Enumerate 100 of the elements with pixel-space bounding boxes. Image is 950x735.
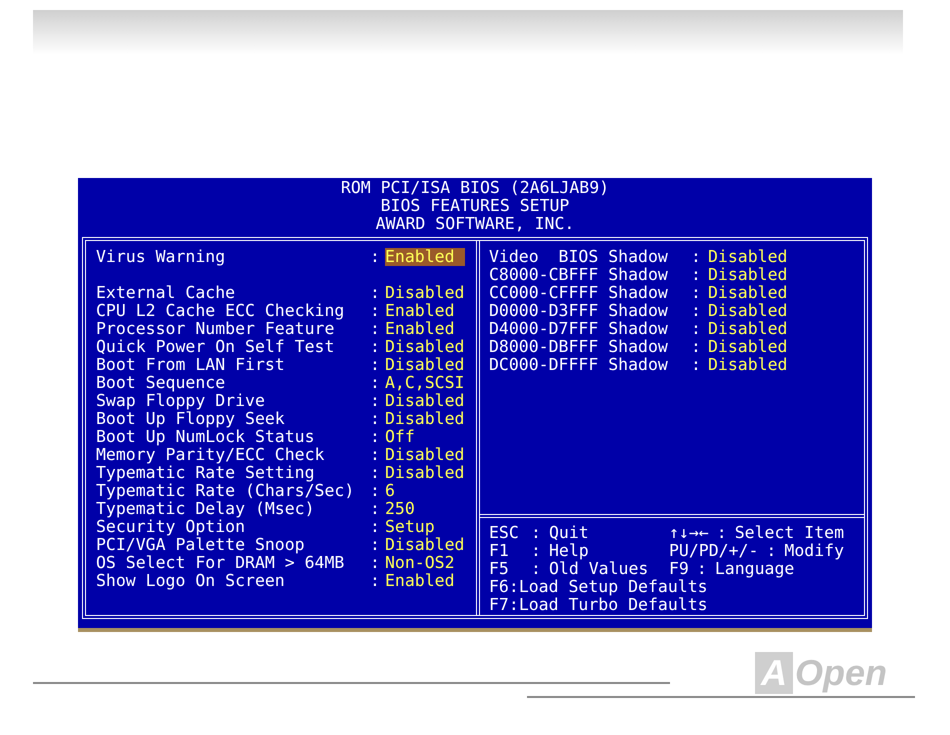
setting-value[interactable]: Disabled [708, 302, 788, 320]
key-action: Help [549, 542, 589, 560]
setting-value[interactable]: Enabled [385, 572, 455, 590]
separator: : [370, 410, 381, 428]
setting-label: Typematic Rate (Chars/Sec) [96, 482, 356, 500]
setting-value[interactable]: Disabled [385, 446, 464, 464]
setting-value[interactable]: Enabled [385, 302, 455, 320]
key-label: F1 [489, 542, 510, 560]
setting-label: Boot Up NumLock Status [96, 428, 316, 446]
setting-value[interactable]: 6 [385, 482, 395, 500]
setting-value[interactable]: A,C,SCSI [385, 374, 464, 392]
separator: : [531, 542, 542, 560]
key-action: Modify [784, 542, 844, 560]
separator: : [370, 356, 381, 374]
separator: : [691, 302, 702, 320]
bios-title: BIOS FEATURES SETUP [380, 197, 570, 215]
setting-value[interactable]: Enabled [385, 248, 465, 266]
setting-label: C8000-CBFFF Shadow [489, 266, 669, 284]
setting-value[interactable]: Enabled [385, 320, 455, 338]
setting-label: Video BIOS Shadow [489, 248, 669, 266]
separator: : [531, 524, 542, 542]
setting-value[interactable]: Disabled [385, 284, 464, 302]
separator: : [691, 266, 702, 284]
key-label: F7 [489, 596, 509, 614]
setting-label: PCI/VGA Palette Snoop [96, 536, 306, 554]
key-action: Select Item [734, 524, 844, 542]
separator: : [691, 320, 702, 338]
setting-value[interactable]: Disabled [708, 284, 788, 302]
setting-value[interactable]: Off [385, 428, 415, 446]
separator: : [370, 320, 381, 338]
setting-label: Typematic Delay (Msec) [96, 500, 316, 518]
setting-label: Memory Parity/ECC Check [96, 446, 326, 464]
setting-value[interactable]: Disabled [708, 338, 788, 356]
setting-value[interactable]: Disabled [385, 356, 464, 374]
setting-label: Show Logo On Screen [96, 572, 286, 590]
key-label: F5 [489, 560, 510, 578]
setting-value[interactable]: Setup [385, 518, 435, 536]
setting-label: Boot From LAN First [96, 356, 286, 374]
setting-value[interactable]: Disabled [385, 338, 464, 356]
separator: : [370, 554, 381, 572]
separator: : [508, 578, 519, 596]
bios-title: ROM PCI/ISA BIOS (2A6LJAB9) [340, 179, 610, 197]
key-label: ↑↓→← [669, 524, 710, 542]
key-action: Load Setup Defaults [518, 578, 708, 596]
setting-label: D4000-D7FFF Shadow [489, 320, 669, 338]
setting-value[interactable]: Disabled [708, 266, 788, 284]
key-label: PU/PD/+/- [669, 542, 760, 560]
key-label: ESC [489, 524, 520, 542]
separator: : [370, 572, 381, 590]
separator: : [370, 302, 381, 320]
separator: : [370, 248, 381, 266]
separator: : [370, 536, 381, 554]
setting-label: CPU L2 Cache ECC Checking [96, 302, 346, 320]
key-label: F9 [669, 560, 690, 578]
key-action: Load Turbo Defaults [518, 596, 708, 614]
bios-title: AWARD SOFTWARE, INC. [374, 215, 576, 233]
setting-label: OS Select For DRAM > 64MB [96, 554, 346, 572]
separator: : [370, 518, 381, 536]
separator: : [696, 560, 708, 578]
setting-value[interactable]: 250 [385, 500, 415, 518]
setting-value[interactable]: Disabled [708, 248, 788, 266]
setting-label: Processor Number Feature [96, 320, 334, 338]
setting-value[interactable]: Non-OS2 [385, 554, 455, 572]
key-action: Language [714, 560, 794, 578]
setting-value[interactable]: Disabled [385, 464, 464, 482]
setting-label: Typematic Rate Setting [96, 464, 316, 482]
separator: : [370, 482, 381, 500]
separator: : [370, 428, 381, 446]
key-action: Old Values [549, 560, 648, 578]
separator: : [370, 446, 381, 464]
separator: : [766, 542, 778, 560]
separator: : [370, 500, 381, 518]
setting-label: DC000-DFFFF Shadow [489, 356, 669, 374]
separator: : [370, 464, 381, 482]
setting-label: Quick Power On Self Test [96, 338, 336, 356]
key-action: Quit [549, 524, 589, 542]
key-label: F6 [489, 578, 509, 596]
setting-label: External Cache [96, 284, 236, 302]
separator: : [691, 284, 702, 302]
separator: : [691, 338, 702, 356]
setting-value[interactable]: Disabled [385, 410, 464, 428]
separator: : [370, 338, 381, 356]
setting-label: Boot Sequence [96, 374, 226, 392]
separator: : [370, 374, 381, 392]
setting-value[interactable]: Disabled [385, 536, 464, 554]
separator: : [691, 356, 702, 374]
separator: : [370, 392, 381, 410]
setting-value[interactable]: Disabled [385, 392, 464, 410]
setting-value[interactable]: Disabled [708, 320, 788, 338]
setting-label: Boot Up Floppy Seek [96, 410, 286, 428]
separator: : [508, 596, 519, 614]
separator: : [691, 248, 702, 266]
setting-label: Virus Warning [96, 248, 226, 266]
setting-label: CC000-CFFFF Shadow [489, 284, 669, 302]
separator: : [531, 560, 542, 578]
setting-label: D0000-D3FFF Shadow [489, 302, 669, 320]
setting-label: Swap Floppy Drive [96, 392, 266, 410]
setting-value[interactable]: Disabled [708, 356, 788, 374]
separator: : [370, 284, 381, 302]
setting-label: Security Option [96, 518, 246, 536]
